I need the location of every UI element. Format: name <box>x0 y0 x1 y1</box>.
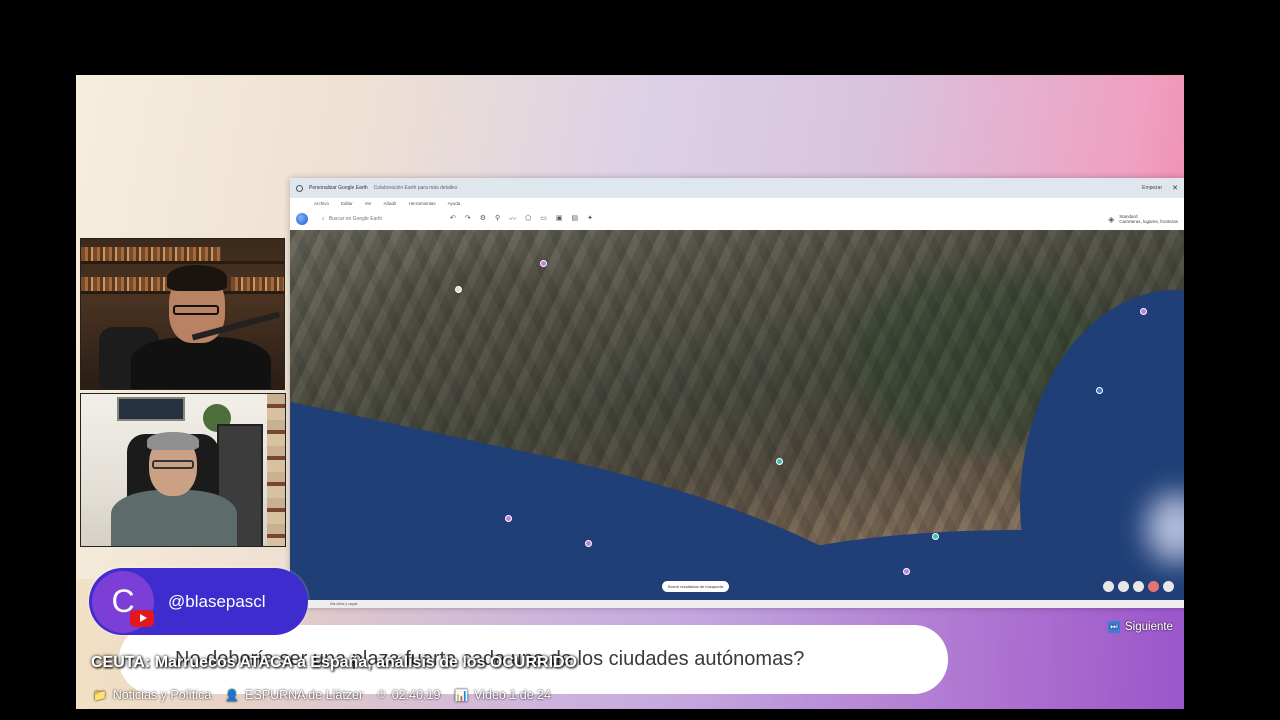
search-icon: ⌕ <box>322 216 325 222</box>
satellite-map[interactable]: Borrar resultados de búsqueda <box>290 230 1184 600</box>
meta-position: 📊 Video 1 de 24 <box>454 688 551 702</box>
zoom-icon[interactable] <box>1133 581 1144 592</box>
map-controls <box>1103 581 1174 592</box>
meta-duration: ⏱ 02:40:19 <box>377 688 440 702</box>
menu-item[interactable]: Editar <box>341 201 353 206</box>
map-style-sub: Carreteras, lugares, fronteras <box>1119 219 1178 224</box>
polygon-icon[interactable]: ⬠ <box>525 214 531 224</box>
glasses <box>173 305 219 315</box>
video-meta: 📁 Noticias y Política 👤 ESPURNA de Llàtz… <box>93 688 565 702</box>
ge-status-bar: Mis sitios y capas <box>290 600 1184 608</box>
fullscreen-icon[interactable] <box>1163 581 1174 592</box>
globe-icon[interactable] <box>296 213 308 225</box>
meta-channel[interactable]: 👤 ESPURNA de Llàtzer <box>225 688 363 702</box>
path-icon[interactable]: 〰 <box>509 214 516 224</box>
video-title[interactable]: CEUTA: Marruecos ATACA a España, análisi… <box>91 654 577 672</box>
youtube-icon <box>130 609 154 627</box>
map-pin[interactable] <box>1140 308 1147 315</box>
star-icon[interactable]: ✦ <box>587 214 593 224</box>
image-icon[interactable]: ▣ <box>556 214 563 224</box>
menu-item[interactable]: Añadir <box>384 201 397 206</box>
channel-name: ESPURNA de Llàtzer <box>245 688 364 702</box>
webcam-guest <box>80 393 286 547</box>
meta-category[interactable]: 📁 Noticias y Política <box>93 688 211 702</box>
menu-item[interactable]: Herramientas <box>409 201 436 206</box>
menu-item[interactable]: Archivo <box>314 201 329 206</box>
channel-avatar: C <box>92 570 154 633</box>
map-pin[interactable] <box>903 568 910 575</box>
channel-handle: @blasepascl <box>168 591 266 611</box>
ge-window-subtitle: Colaboración Earth para más detalles <box>373 185 458 191</box>
webcam-host <box>80 238 285 390</box>
category-label: Noticias y Política <box>112 688 212 702</box>
books <box>231 277 284 291</box>
ge-title-right[interactable]: Empezar <box>1142 185 1162 191</box>
skip-forward-icon: ⏭ <box>1108 621 1120 633</box>
app-icon <box>296 184 303 192</box>
next-button[interactable]: ⏭ Siguiente <box>1108 621 1173 633</box>
compass-icon[interactable] <box>1103 581 1114 592</box>
tilt-icon[interactable] <box>1148 581 1159 592</box>
map-pin[interactable] <box>776 458 783 465</box>
street-view-icon[interactable] <box>1118 581 1129 592</box>
search-placeholder: Buscar en Google Earth <box>328 216 383 222</box>
undo-icon[interactable]: ↶ <box>450 214 456 224</box>
google-earth-window: Personalizar Google Earth Colaboración E… <box>290 178 1184 608</box>
person-hair <box>147 432 199 450</box>
position-label: Video 1 de 24 <box>474 688 552 702</box>
stopwatch-icon: ⏱ <box>377 688 386 701</box>
folder-icon: 📁 <box>93 689 107 702</box>
glasses <box>152 460 194 469</box>
shelf <box>81 261 284 264</box>
duration-label: 02:40:19 <box>391 688 441 702</box>
gear-icon[interactable]: ⚙ <box>480 214 486 224</box>
bookcase <box>267 394 285 546</box>
map-pin[interactable] <box>1096 387 1103 394</box>
map-pin[interactable] <box>505 515 512 522</box>
ge-titlebar: Personalizar Google Earth Colaboración E… <box>290 178 1184 198</box>
channel-badge[interactable]: C @blasepascl <box>89 568 308 635</box>
user-icon: 👤 <box>225 689 240 702</box>
next-label: Siguiente <box>1125 621 1173 633</box>
person-body <box>131 337 271 389</box>
map-pin[interactable] <box>455 286 462 293</box>
chart-icon: 📊 <box>454 689 469 702</box>
menu-item[interactable]: Ver <box>365 201 372 206</box>
measure-icon[interactable]: ▭ <box>540 214 547 224</box>
redo-icon[interactable]: ↷ <box>465 214 471 224</box>
search-input[interactable]: ⌕ Buscar en Google Earth <box>322 213 432 225</box>
clear-results-button[interactable]: Borrar resultados de búsqueda <box>662 581 729 592</box>
map-style[interactable]: ◈ Standard Carreteras, lugares, frontera… <box>1108 214 1178 224</box>
ge-toolbar: ⌕ Buscar en Google Earth ↶ ↷ ⚙ ⚲ 〰 ⬠ ▭ ▣… <box>290 208 1184 230</box>
map-pin[interactable] <box>932 533 939 540</box>
wall-picture <box>117 397 185 421</box>
person-body <box>111 490 237 546</box>
pin-icon[interactable]: ⚲ <box>495 214 500 224</box>
ge-tools: ↶ ↷ ⚙ ⚲ 〰 ⬠ ▭ ▣ ▤ ✦ <box>450 214 593 224</box>
close-icon[interactable]: ✕ <box>1172 184 1178 192</box>
person-hair <box>167 265 227 291</box>
ge-window-title: Personalizar Google Earth <box>309 185 368 191</box>
layers-icon: ◈ <box>1108 214 1115 224</box>
books <box>81 247 221 261</box>
map-pin[interactable] <box>585 540 592 547</box>
folder-icon[interactable]: ▤ <box>572 214 579 224</box>
menu-item[interactable]: Ayuda <box>448 201 461 206</box>
map-pin[interactable] <box>540 260 547 267</box>
ge-menubar: Archivo Editar Ver Añadir Herramientas A… <box>290 198 1184 208</box>
